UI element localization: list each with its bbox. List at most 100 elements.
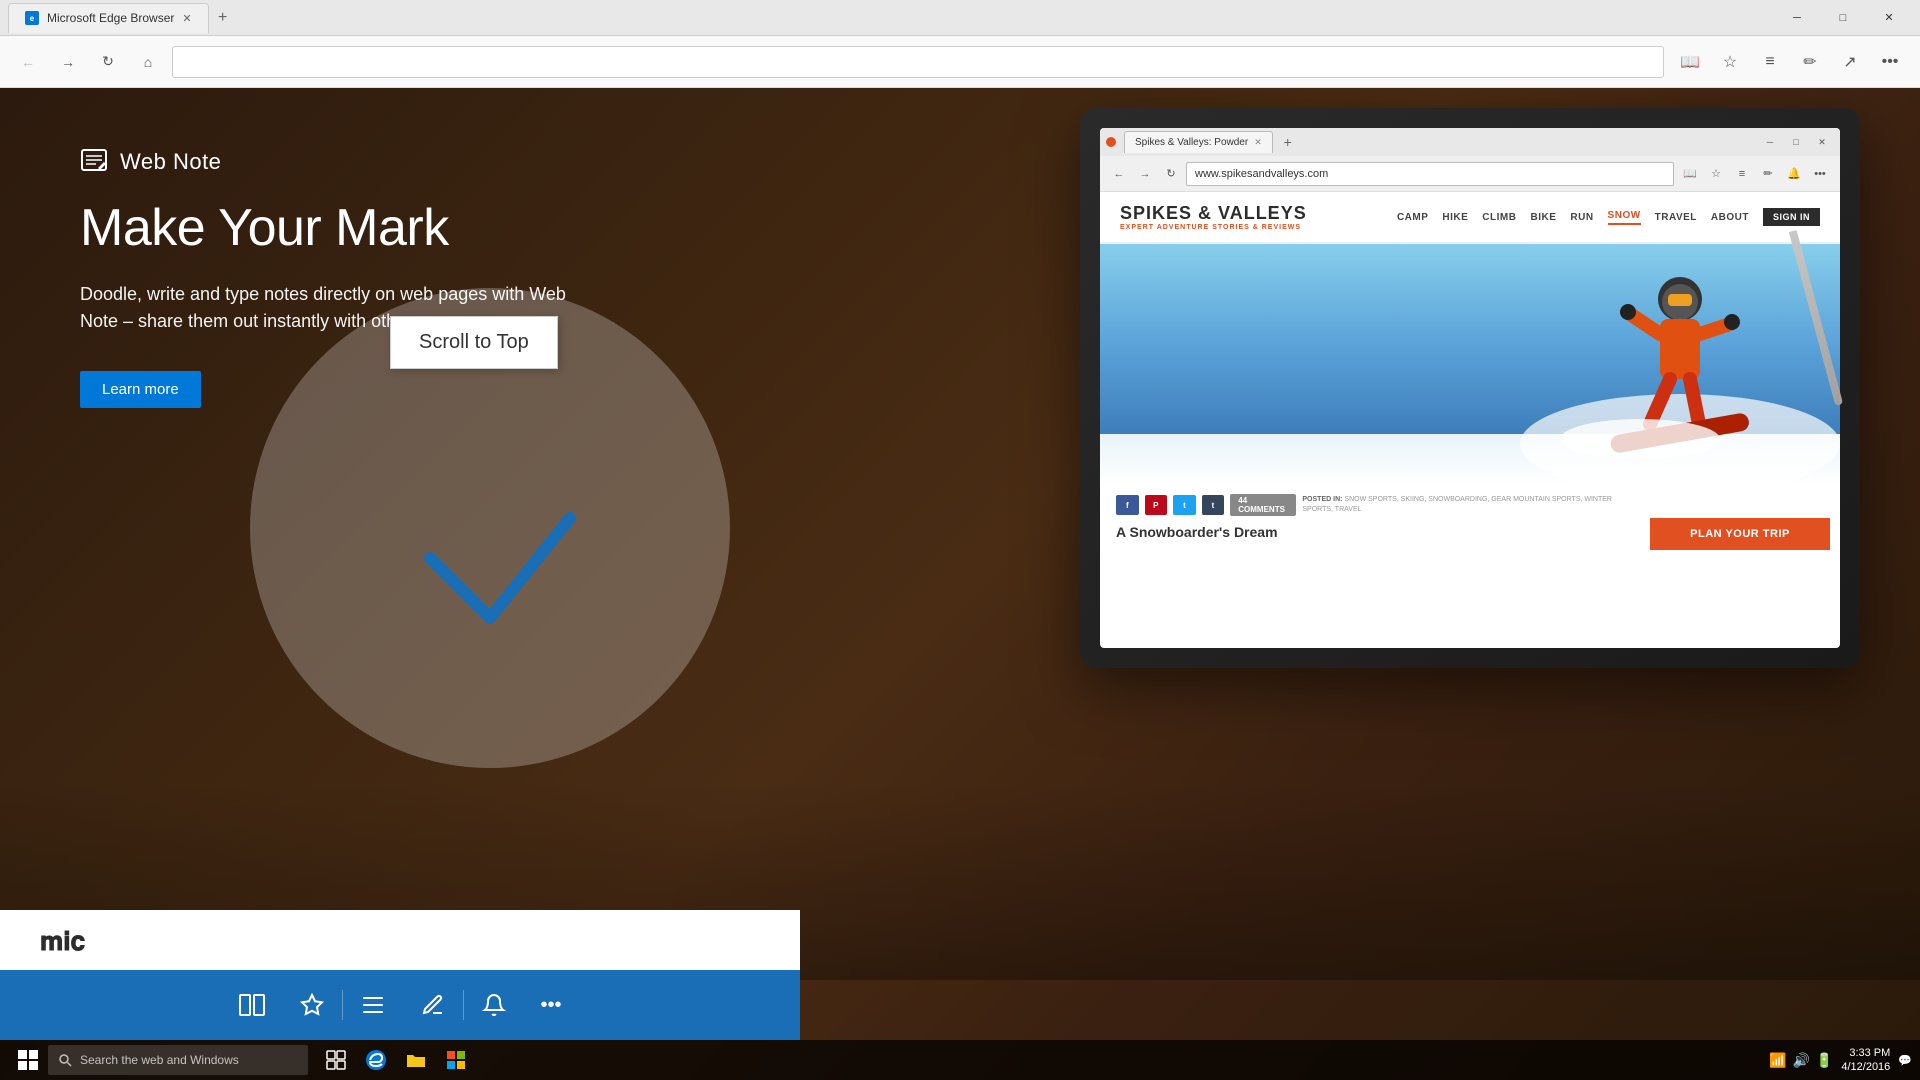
device-outer-frame: Spikes & Valleys: Powder ✕ + ─ □ ✕ — [1080, 108, 1860, 668]
plan-trip-area: PLAN YOUR TRIP — [1640, 484, 1840, 584]
taskbar-task-view[interactable] — [316, 1040, 356, 1080]
site-logo: SPIKES & VALLEYS — [1120, 203, 1307, 224]
twitter-share[interactable]: t — [1173, 495, 1196, 515]
inner-refresh[interactable]: ↻ — [1160, 163, 1182, 185]
device-screen: Spikes & Valleys: Powder ✕ + ─ □ ✕ — [1100, 128, 1840, 648]
current-time: 3:33 PM — [1841, 1046, 1890, 1060]
windows-taskbar: Search the web and Windows — [0, 1040, 1920, 1080]
inner-more-icon[interactable]: ••• — [1808, 162, 1832, 186]
main-content: Web Note Make Your Mark Doodle, write an… — [0, 88, 1920, 1080]
home-button[interactable]: ⌂ — [132, 46, 164, 78]
posted-label: POSTED IN: — [1302, 496, 1342, 503]
tumblr-share[interactable]: t — [1202, 495, 1225, 515]
nav-about[interactable]: ABOUT — [1711, 212, 1749, 223]
site-logo-area: SPIKES & VALLEYS EXPERT ADVENTURE STORIE… — [1120, 203, 1307, 231]
taskbar-folder-icon[interactable] — [396, 1040, 436, 1080]
close-button[interactable]: ✕ — [1866, 0, 1912, 36]
inner-bell-icon[interactable]: 🔔 — [1782, 162, 1806, 186]
inner-hub-icon[interactable]: ≡ — [1730, 162, 1754, 186]
inner-address-bar: ← → ↻ www.spikesandvalleys.com 📖 ☆ ≡ ✏ 🔔… — [1100, 156, 1840, 192]
bottom-more-button[interactable]: ••• — [524, 970, 577, 1040]
nav-bike[interactable]: BIKE — [1530, 212, 1556, 223]
site-bottom-content: f P t t 44 COMMENTS POSTED IN: SNOW SPOR… — [1100, 484, 1840, 584]
tab-close-button[interactable]: ✕ — [182, 12, 191, 25]
site-article-info: f P t t 44 COMMENTS POSTED IN: SNOW SPOR… — [1100, 484, 1640, 584]
scroll-to-top-popup: Scroll to Top — [390, 316, 558, 369]
share-icon[interactable]: ↗ — [1832, 44, 1868, 80]
nav-travel[interactable]: TRAVEL — [1655, 212, 1697, 223]
nav-hike[interactable]: HIKE — [1442, 212, 1468, 223]
taskbar-search-bar[interactable]: Search the web and Windows — [48, 1045, 308, 1075]
web-note-section-icon — [80, 148, 108, 176]
web-note-header: Web Note — [80, 148, 580, 176]
inner-tab-title: Spikes & Valleys: Powder — [1135, 137, 1248, 148]
inner-browser: Spikes & Valleys: Powder ✕ + ─ □ ✕ — [1100, 128, 1840, 648]
browser-window: e Microsoft Edge Browser ✕ + ─ □ ✕ ← → ↻… — [0, 0, 1920, 1080]
site-content: SPIKES & VALLEYS EXPERT ADVENTURE STORIE… — [1100, 192, 1840, 648]
site-navigation: SPIKES & VALLEYS EXPERT ADVENTURE STORIE… — [1100, 192, 1840, 244]
taskbar-pinned-icons — [316, 1040, 476, 1080]
checkmark-drawing — [400, 458, 600, 658]
tab-favicon: e — [25, 11, 39, 25]
inner-back[interactable]: ← — [1108, 163, 1130, 185]
inner-new-tab-button[interactable]: + — [1277, 131, 1299, 153]
notification-icon[interactable]: 💬 — [1898, 1054, 1912, 1067]
bottom-favorites-tool[interactable] — [282, 970, 342, 1040]
comments-button[interactable]: 44 COMMENTS — [1230, 494, 1296, 516]
section-title: Web Note — [120, 149, 221, 175]
taskbar-edge-icon[interactable] — [356, 1040, 396, 1080]
current-date: 4/12/2016 — [1841, 1060, 1890, 1074]
back-button[interactable]: ← — [12, 46, 44, 78]
inner-url-bar[interactable]: www.spikesandvalleys.com — [1186, 162, 1674, 186]
site-hero-image — [1100, 244, 1840, 484]
maximize-button[interactable]: □ — [1820, 0, 1866, 36]
inner-tab-close[interactable]: ✕ — [1254, 137, 1262, 148]
hub-icon[interactable]: ≡ — [1752, 44, 1788, 80]
inner-maximize[interactable]: □ — [1784, 131, 1808, 153]
forward-button[interactable]: → — [52, 46, 84, 78]
learn-more-button[interactable]: Learn more — [80, 371, 201, 408]
tab-title: Microsoft Edge Browser — [47, 11, 174, 25]
nav-run[interactable]: RUN — [1570, 212, 1593, 223]
facebook-share[interactable]: f — [1116, 495, 1139, 515]
clock-area: 3:33 PM 4/12/2016 — [1841, 1046, 1890, 1075]
minimize-button[interactable]: ─ — [1774, 0, 1820, 36]
nav-snow[interactable]: SNOW — [1608, 210, 1641, 225]
battery-icon: 🔋 — [1816, 1052, 1833, 1069]
pinterest-share[interactable]: P — [1145, 495, 1168, 515]
more-icon[interactable]: ••• — [1872, 44, 1908, 80]
inner-tab[interactable]: Spikes & Valleys: Powder ✕ — [1124, 131, 1273, 153]
url-input[interactable] — [172, 46, 1664, 78]
inner-close[interactable]: ✕ — [1810, 131, 1834, 153]
address-bar: ← → ↻ ⌂ 📖 ☆ ≡ ✏ ↗ ••• — [0, 36, 1920, 88]
nav-climb[interactable]: CLIMB — [1482, 212, 1516, 223]
reading-view-icon[interactable]: 📖 — [1672, 44, 1708, 80]
nav-camp[interactable]: CAMP — [1397, 212, 1428, 223]
inner-browser-icon — [1106, 137, 1116, 147]
inner-minimize[interactable]: ─ — [1758, 131, 1782, 153]
svg-text:𝐦𝐢𝐜: 𝐦𝐢𝐜 — [40, 926, 86, 956]
bottom-menu-tool[interactable] — [343, 970, 403, 1040]
bottom-reading-tool[interactable] — [222, 970, 282, 1040]
social-share-bar: f P t t 44 COMMENTS POSTED IN: SNOW SPOR… — [1116, 494, 1624, 516]
article-title: A Snowboarder's Dream — [1116, 524, 1624, 540]
posted-in-area: POSTED IN: SNOW SPORTS, SKIING, SNOWBOAR… — [1302, 495, 1624, 515]
volume-icon: 🔊 — [1792, 1052, 1809, 1069]
refresh-button[interactable]: ↻ — [92, 46, 124, 78]
new-tab-button[interactable]: + — [209, 4, 237, 32]
start-button[interactable] — [8, 1040, 48, 1080]
web-note-icon[interactable]: ✏ — [1792, 44, 1828, 80]
plan-trip-button[interactable]: PLAN YOUR TRIP — [1650, 518, 1830, 550]
inner-reading-icon[interactable]: 📖 — [1678, 162, 1702, 186]
device-mockup: Spikes & Valleys: Powder ✕ + ─ □ ✕ — [1060, 108, 1880, 708]
inner-favorites-icon[interactable]: ☆ — [1704, 162, 1728, 186]
inner-note-icon[interactable]: ✏ — [1756, 162, 1780, 186]
inner-toolbar-icons: 📖 ☆ ≡ ✏ 🔔 ••• — [1678, 162, 1832, 186]
taskbar-store-icon[interactable] — [436, 1040, 476, 1080]
bottom-annotate-tool[interactable] — [403, 970, 463, 1040]
inner-forward[interactable]: → — [1134, 163, 1156, 185]
sign-in-button[interactable]: SIGN IN — [1763, 208, 1820, 226]
browser-tab[interactable]: e Microsoft Edge Browser ✕ — [8, 3, 209, 33]
bottom-bell-tool[interactable] — [464, 970, 524, 1040]
favorites-icon[interactable]: ☆ — [1712, 44, 1748, 80]
